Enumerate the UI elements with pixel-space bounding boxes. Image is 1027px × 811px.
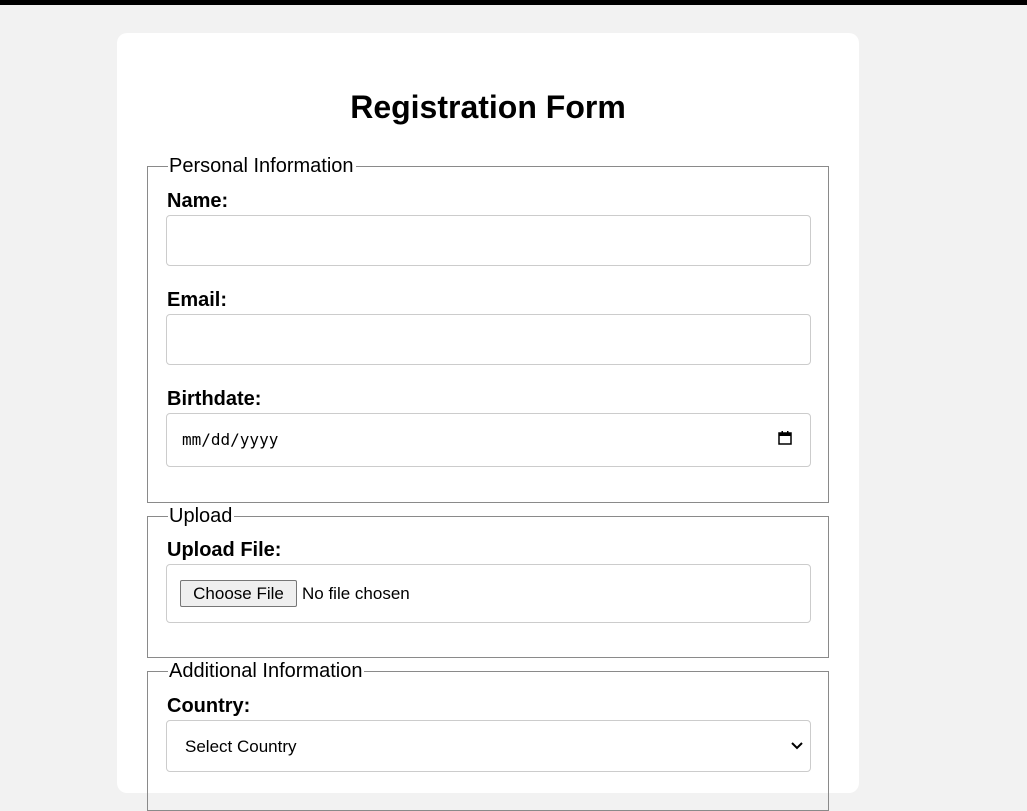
country-select[interactable]: Select Country [166, 720, 811, 772]
birthdate-label: Birthdate: [167, 388, 262, 410]
chevron-down-icon [791, 742, 803, 750]
additional-information-legend: Additional Information [168, 660, 365, 682]
calendar-icon[interactable] [778, 431, 792, 445]
upload-file-label: Upload File: [167, 539, 282, 561]
file-status-text: No file chosen [302, 584, 410, 603]
page-title: Registration Form [350, 89, 626, 125]
email-label: Email: [167, 289, 228, 311]
birthdate-placeholder: mm/dd/yyyy [182, 430, 279, 449]
name-label: Name: [167, 190, 229, 212]
window-top-border [0, 0, 1027, 5]
country-label: Country: [167, 695, 251, 717]
name-input[interactable] [166, 215, 811, 266]
birthdate-input[interactable]: mm/dd/yyyy [166, 413, 811, 467]
email-input[interactable] [166, 314, 811, 365]
country-selected-value: Select Country [185, 737, 297, 756]
upload-legend: Upload [168, 505, 235, 527]
personal-information-legend: Personal Information [168, 155, 356, 177]
upload-file-input: Choose File No file chosen [166, 564, 811, 623]
choose-file-button[interactable]: Choose File [180, 580, 297, 607]
